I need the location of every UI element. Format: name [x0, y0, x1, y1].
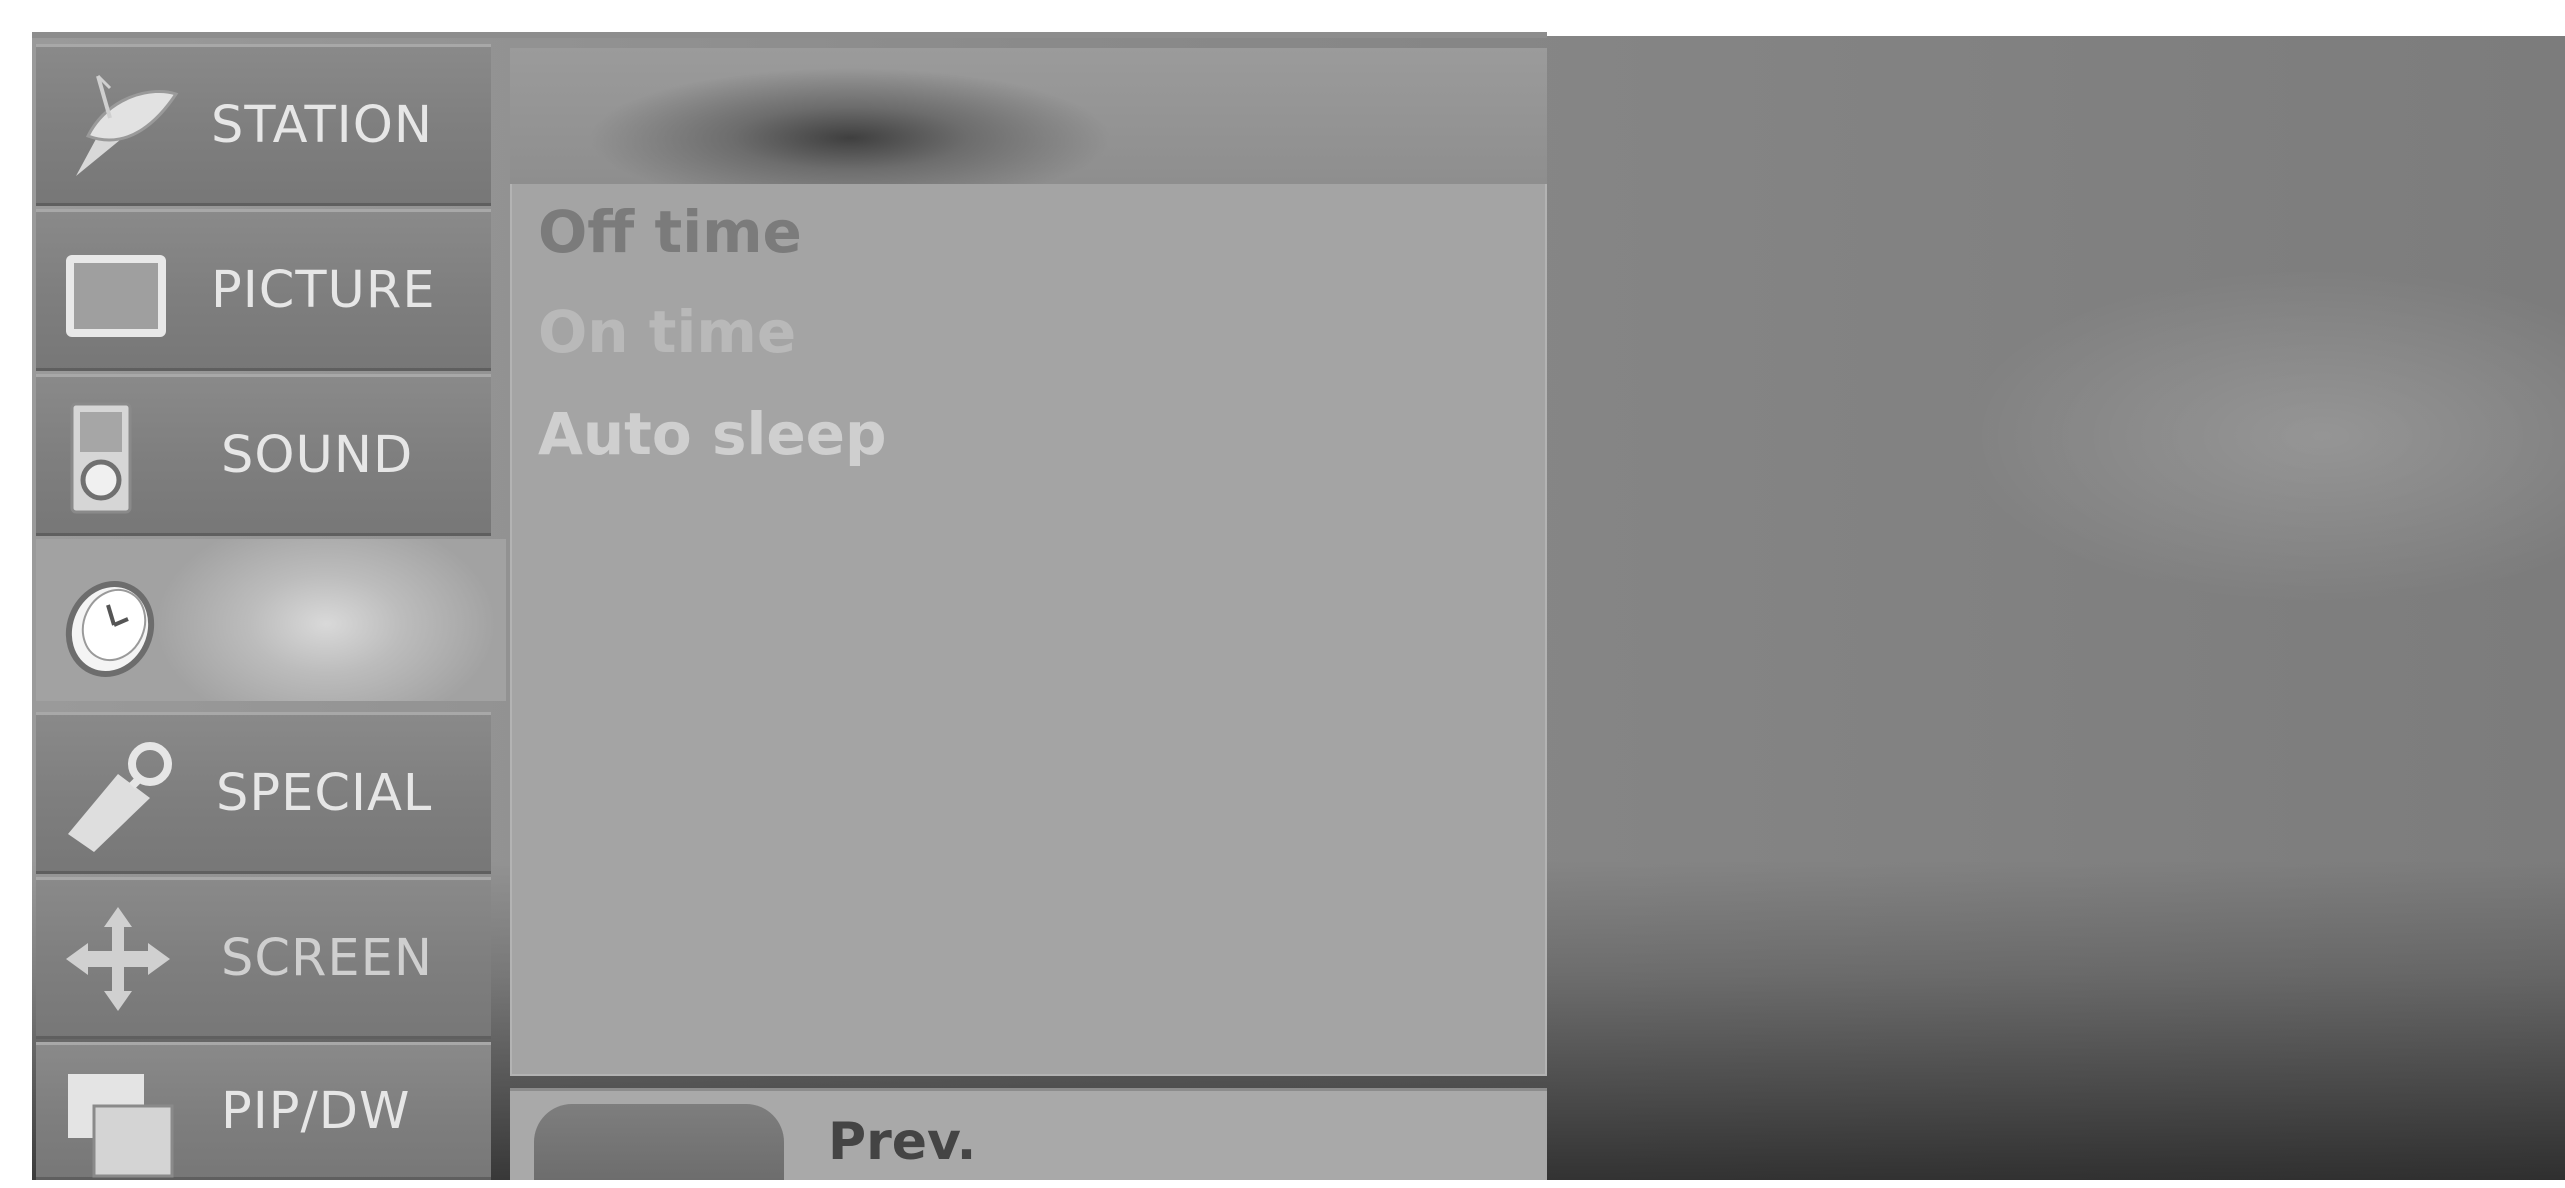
menu-item-sound-label: SOUND [221, 425, 414, 485]
category-menu: STATION PICTURE SOUND SPECIAL SCREEN PIP… [36, 44, 506, 1180]
tag-icon [58, 734, 188, 854]
speaker-icon [58, 396, 188, 516]
submenu-header [510, 48, 1547, 184]
satellite-dish-icon [58, 66, 188, 186]
move-arrows-icon [58, 899, 188, 1019]
menu-item-station[interactable]: STATION [36, 44, 491, 206]
menu-item-picture[interactable]: PICTURE [36, 209, 491, 371]
submenu-item-on-time[interactable]: On time [538, 282, 796, 382]
pip-windows-icon [58, 1064, 188, 1184]
hint-bar: Prev. [510, 1088, 1547, 1180]
menu-item-station-label: STATION [211, 95, 433, 155]
menu-item-screen[interactable]: SCREEN [36, 877, 491, 1039]
screen-top-border [32, 32, 1547, 38]
submenu-item-auto-sleep[interactable]: Auto sleep [538, 384, 887, 484]
prev-button-indicator [534, 1104, 784, 1180]
menu-item-screen-label: SCREEN [221, 928, 434, 988]
menu-item-special[interactable]: SPECIAL [36, 712, 491, 874]
submenu-item-off-time[interactable]: Off time [538, 182, 802, 282]
menu-item-timer[interactable] [36, 539, 506, 701]
menu-item-pip-dw-label: PIP/DW [221, 1081, 411, 1141]
menu-item-special-label: SPECIAL [216, 763, 433, 823]
prev-hint-label: Prev. [828, 1112, 977, 1172]
clock-icon [58, 561, 188, 681]
menu-item-pip-dw[interactable]: PIP/DW [36, 1042, 491, 1180]
picture-screen-icon [58, 231, 188, 351]
timer-submenu-panel: Off time On time Auto sleep [510, 48, 1547, 1076]
menu-item-sound[interactable]: SOUND [36, 374, 491, 536]
menu-item-picture-label: PICTURE [211, 260, 436, 320]
